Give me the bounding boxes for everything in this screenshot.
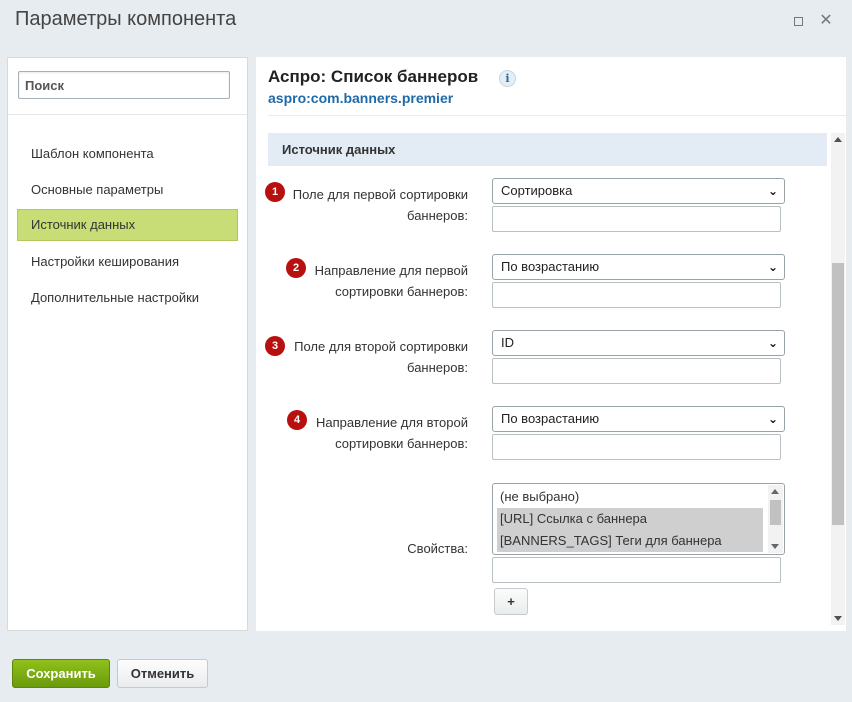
- sort-field-1-custom-input[interactable]: [492, 206, 781, 232]
- sort-field-2-select[interactable]: ID ⌄: [492, 330, 785, 356]
- properties-custom-input[interactable]: [492, 557, 781, 583]
- sort-order-1-select[interactable]: По возрастанию ⌄: [492, 254, 785, 280]
- search-input[interactable]: [18, 71, 230, 99]
- sort-order-2-select[interactable]: По возрастанию ⌄: [492, 406, 785, 432]
- properties-multiselect[interactable]: (не выбрано) [URL] Ссылка с баннера [BAN…: [492, 483, 785, 555]
- chevron-down-icon: ⌄: [767, 336, 778, 350]
- sort-field-2-custom-input[interactable]: [492, 358, 781, 384]
- scrollbar-thumb[interactable]: [770, 500, 781, 525]
- sidebar-item-template[interactable]: Шаблон компонента: [17, 138, 238, 170]
- select-value: ID: [501, 335, 514, 350]
- close-icon[interactable]: ✕: [818, 13, 834, 29]
- component-code: aspro:com.banners.premier: [268, 90, 454, 106]
- select-value: Сортировка: [501, 183, 573, 198]
- scrollbar-thumb[interactable]: [832, 263, 844, 525]
- select-value: По возрастанию: [501, 259, 600, 274]
- sidebar-divider: [8, 114, 247, 115]
- param-label: Направление для второй сортировки баннеро…: [315, 415, 468, 451]
- sidebar-item-main-params[interactable]: Основные параметры: [17, 174, 238, 206]
- cancel-button[interactable]: Отменить: [117, 659, 208, 688]
- sidebar-item-data-source[interactable]: Источник данных: [17, 209, 238, 241]
- select-value: По возрастанию: [501, 411, 600, 426]
- list-item[interactable]: [URL] Ссылка с баннера: [497, 508, 763, 530]
- main-scrollbar[interactable]: [831, 133, 845, 625]
- param-label: Поле для второй сортировки баннеров:: [294, 339, 468, 375]
- param-label: Направление для первой сортировки баннеро…: [314, 263, 468, 299]
- scroll-up-icon[interactable]: [771, 489, 779, 494]
- maximize-icon[interactable]: [790, 13, 806, 29]
- list-item[interactable]: (не выбрано): [497, 486, 763, 508]
- sidebar: Шаблон компонента Основные параметры Ист…: [7, 57, 248, 631]
- scroll-down-icon[interactable]: [834, 616, 842, 621]
- listbox-scrollbar[interactable]: [768, 485, 783, 553]
- section-header: Источник данных: [268, 133, 827, 166]
- sort-field-1-select[interactable]: Сортировка ⌄: [492, 178, 785, 204]
- param-label: Поле для первой сортировки баннеров:: [292, 187, 468, 223]
- sidebar-item-additional-settings[interactable]: Дополнительные настройки: [17, 282, 238, 314]
- title-bar: Параметры компонента ✕: [0, 0, 852, 45]
- sidebar-item-cache-settings[interactable]: Настройки кеширования: [17, 246, 238, 278]
- properties-label: Свойства:: [407, 541, 468, 556]
- chevron-down-icon: ⌄: [767, 260, 778, 274]
- sort-order-2-custom-input[interactable]: [492, 434, 781, 460]
- scroll-down-icon[interactable]: [771, 544, 779, 549]
- header-divider: [268, 115, 846, 116]
- scroll-up-icon[interactable]: [834, 137, 842, 142]
- sort-order-1-custom-input[interactable]: [492, 282, 781, 308]
- chevron-down-icon: ⌄: [767, 184, 778, 198]
- info-icon[interactable]: i: [499, 70, 516, 87]
- component-title: Аспро: Список баннеров: [268, 67, 479, 86]
- list-item[interactable]: [BANNERS_TAGS] Теги для баннера: [497, 530, 763, 552]
- window-title: Параметры компонента: [15, 8, 237, 30]
- save-button[interactable]: Сохранить: [12, 659, 110, 688]
- chevron-down-icon: ⌄: [767, 412, 778, 426]
- add-property-button[interactable]: +: [494, 588, 528, 615]
